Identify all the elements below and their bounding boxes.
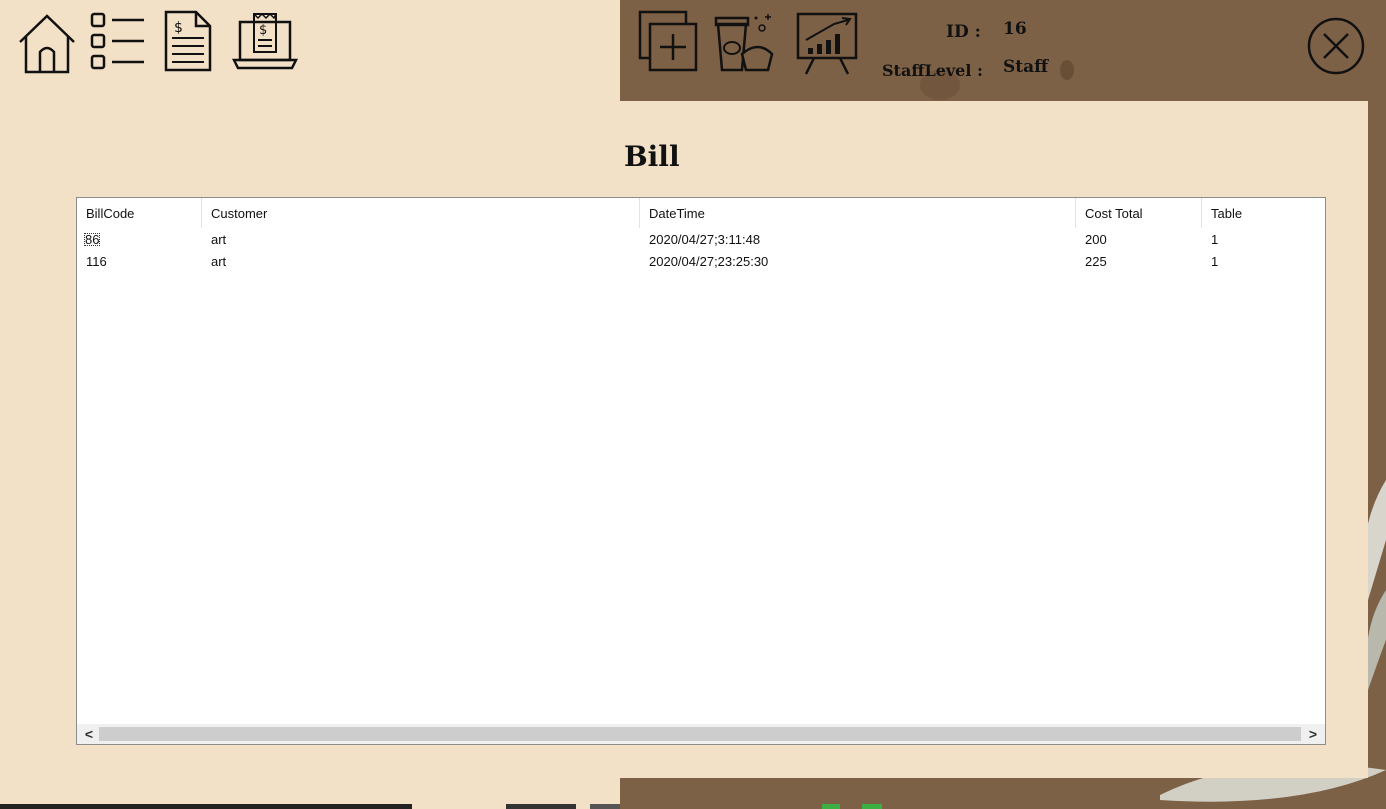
home-button[interactable] xyxy=(16,8,78,74)
cell-cost-total: 200 xyxy=(1085,232,1107,247)
close-button[interactable] xyxy=(1306,16,1366,76)
page-title: Bill xyxy=(624,140,680,173)
horizontal-scrollbar[interactable]: < > xyxy=(77,724,1325,744)
scrollbar-thumb[interactable] xyxy=(99,727,1301,741)
coffee-dessert-icon xyxy=(714,14,774,72)
column-header-cost-total[interactable]: Cost Total xyxy=(1076,198,1202,228)
receipt-button[interactable]: $ xyxy=(232,8,298,74)
bill-document-icon: $ xyxy=(164,10,212,72)
bill-document-button[interactable]: $ xyxy=(162,8,214,74)
chart-board-icon xyxy=(796,12,858,75)
column-header-table[interactable]: Table xyxy=(1202,198,1325,228)
column-header-billcode[interactable]: BillCode xyxy=(77,198,202,228)
cell-customer: art xyxy=(211,254,227,269)
staff-level-value: Staff xyxy=(1003,57,1049,77)
cell-billcode-text: 86 xyxy=(84,232,101,247)
coffee-bean-decoration xyxy=(1060,60,1074,80)
scroll-right-button[interactable]: > xyxy=(1303,724,1323,744)
user-id-label: ID : xyxy=(946,22,981,42)
home-icon xyxy=(19,14,75,74)
staff-level-label: StaffLevel : xyxy=(882,61,983,80)
report-button[interactable] xyxy=(794,10,860,76)
scroll-left-button[interactable]: < xyxy=(79,724,99,744)
cell-table: 1 xyxy=(1211,254,1219,269)
svg-text:$: $ xyxy=(259,23,267,38)
add-button[interactable] xyxy=(636,8,700,74)
table-row[interactable]: 86 art 2020/04/27;3:11:48 200 1 xyxy=(77,230,1325,252)
cell-billcode: 86 xyxy=(77,230,202,250)
cell-datetime: 2020/04/27;3:11:48 xyxy=(649,232,761,247)
column-header-datetime[interactable]: DateTime xyxy=(640,198,1076,228)
bill-table[interactable]: BillCode Customer DateTime Cost Total Ta… xyxy=(76,197,1326,745)
cell-cost-total: 225 xyxy=(1085,254,1107,269)
add-window-icon xyxy=(638,10,698,72)
user-id-value: 16 xyxy=(1003,19,1027,39)
cell-datetime: 2020/04/27;23:25:30 xyxy=(649,254,769,269)
column-header-customer[interactable]: Customer xyxy=(202,198,640,228)
cell-table: 1 xyxy=(1211,232,1219,247)
list-icon xyxy=(90,12,144,70)
table-row[interactable]: 116 art 2020/04/27;23:25:30 225 1 xyxy=(77,252,1325,274)
cell-customer: art xyxy=(211,232,227,247)
cell-billcode: 116 xyxy=(86,254,107,269)
menu-items-button[interactable] xyxy=(712,8,778,74)
bottom-strip xyxy=(0,804,1386,809)
receipt-laptop-icon: $ xyxy=(232,12,298,70)
close-icon xyxy=(1307,17,1365,75)
svg-text:$: $ xyxy=(174,20,183,36)
list-button[interactable] xyxy=(88,8,148,74)
